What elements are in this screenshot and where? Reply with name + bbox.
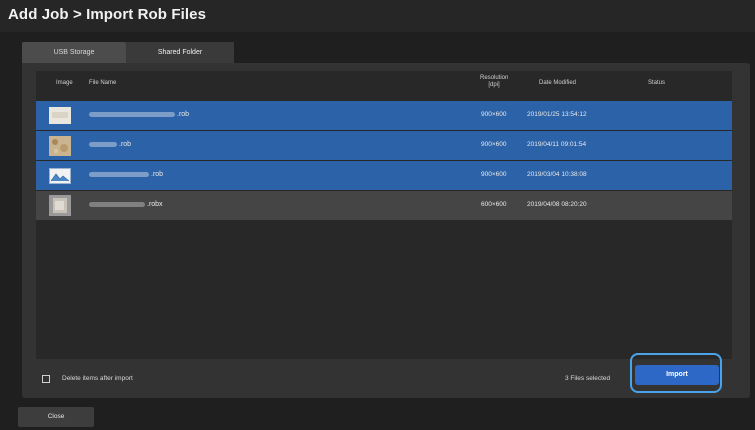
import-button[interactable]: Import [635, 365, 719, 385]
blurred-filename [89, 142, 117, 147]
column-resolution-label: Resolution [480, 75, 509, 81]
date-modified-value: 2019/04/11 09:01:54 [527, 141, 587, 148]
resolution-value: 900×600 [481, 111, 507, 118]
table-row[interactable]: .rob 900×600 2019/03/04 10:38:08 [36, 161, 732, 190]
title-bar: Add Job > Import Rob Files [0, 0, 755, 32]
file-name: .rob [89, 141, 131, 148]
files-selected-count: 3 Files selected [565, 375, 611, 382]
delete-after-import-label: Delete items after import [62, 375, 133, 382]
blurred-filename [89, 202, 145, 207]
blurred-filename [89, 112, 175, 117]
date-modified-value: 2019/01/25 13:54:12 [527, 111, 587, 118]
file-name: .robx [89, 201, 163, 208]
file-name: .rob [89, 111, 189, 118]
table-row[interactable]: .robx 600×600 2019/04/08 08:20:20 [36, 191, 732, 220]
date-modified-value: 2019/04/08 08:20:20 [527, 201, 587, 208]
file-extension: .rob [151, 171, 164, 178]
table-row[interactable]: .rob 900×600 2019/04/11 09:01:54 [36, 131, 732, 160]
blurred-filename [89, 172, 149, 177]
date-modified-value: 2019/03/04 10:38:08 [527, 171, 587, 178]
file-list: Image File Name Resolution [dpi] Date Mo… [36, 71, 732, 359]
column-resolution-unit: [dpi] [488, 82, 500, 88]
resolution-value: 600×600 [481, 201, 507, 208]
resolution-value: 900×600 [481, 141, 507, 148]
import-panel: Image File Name Resolution [dpi] Date Mo… [22, 63, 750, 398]
thumbnail-image [49, 195, 71, 216]
resolution-value: 900×600 [481, 171, 507, 178]
file-name: .rob [89, 171, 163, 178]
close-button[interactable]: Close [18, 407, 94, 427]
column-image[interactable]: Image [56, 80, 73, 86]
page-title: Add Job > Import Rob Files [8, 6, 207, 23]
column-date-modified[interactable]: Date Modified [539, 80, 576, 86]
file-extension: .rob [119, 141, 132, 148]
file-extension: .rob [177, 111, 190, 118]
file-extension: .robx [147, 201, 163, 208]
tab-shared-folder[interactable]: Shared Folder [126, 42, 234, 64]
column-resolution[interactable]: Resolution [dpi] [480, 75, 508, 89]
column-file-name[interactable]: File Name [89, 80, 116, 86]
thumbnail-image [49, 105, 71, 126]
tab-usb-storage[interactable]: USB Storage [22, 42, 126, 64]
image-placeholder-icon [49, 165, 71, 186]
column-status[interactable]: Status [648, 80, 665, 86]
thumbnail-image [49, 135, 71, 156]
delete-after-import-checkbox[interactable] [42, 375, 50, 383]
list-header: Image File Name Resolution [dpi] Date Mo… [36, 71, 732, 93]
table-row[interactable]: .rob 900×600 2019/01/25 13:54:12 [36, 101, 732, 130]
